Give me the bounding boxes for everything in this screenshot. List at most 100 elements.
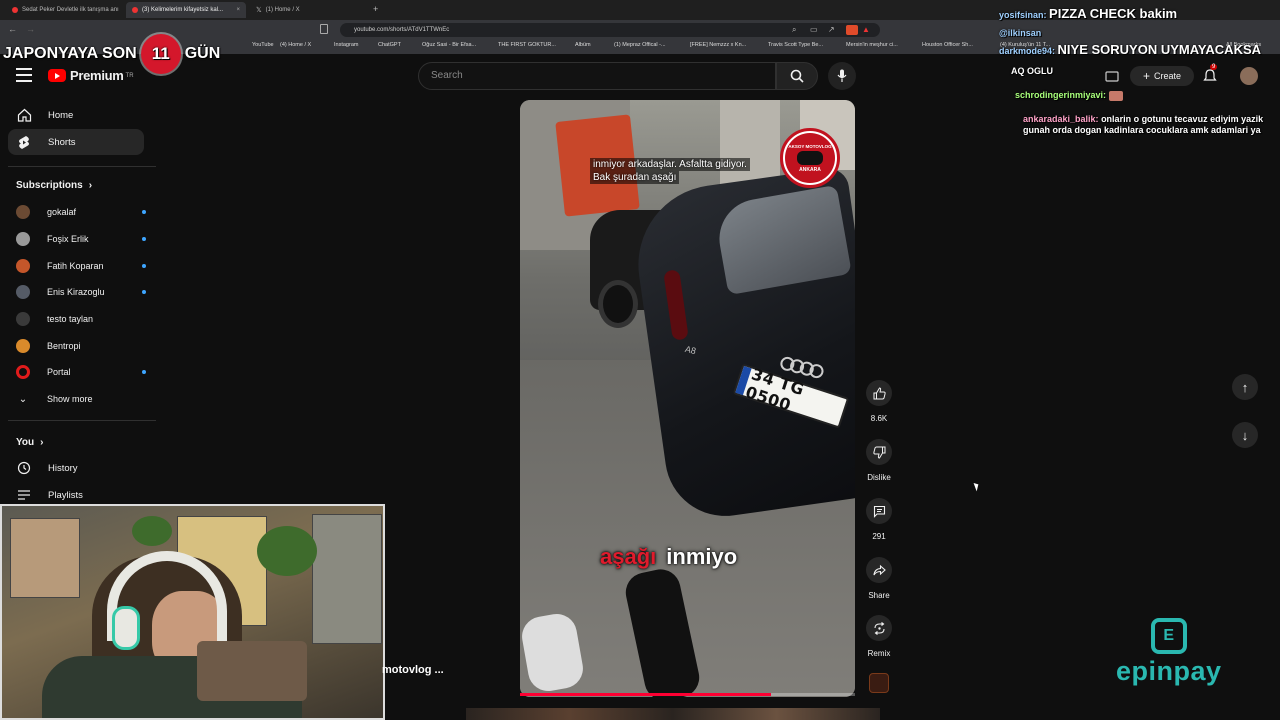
like-button[interactable] — [866, 380, 892, 406]
comments-action[interactable]: 291 — [866, 498, 892, 541]
new-tab-icon[interactable]: + — [373, 4, 378, 14]
sidebar-item-history[interactable]: History — [8, 455, 144, 481]
sidebar-item-label: Home — [48, 109, 74, 121]
comment-count: 291 — [872, 532, 886, 541]
chat-username: ankaradaki_balik: — [1023, 114, 1099, 124]
like-count: 8.6K — [870, 414, 888, 423]
search-input[interactable]: Search — [418, 62, 776, 90]
youtube-favicon-icon — [132, 7, 138, 13]
bookmark[interactable]: Instagram — [334, 42, 358, 48]
bookmark[interactable]: Mersin'in meşhur ci... — [846, 42, 898, 48]
sidebar-subscription[interactable]: Portal — [16, 361, 146, 383]
youtube-favicon-icon — [12, 7, 18, 13]
previous-short-button[interactable]: ↑ — [1232, 374, 1258, 400]
new-content-dot — [142, 370, 146, 374]
channel-name: Portal — [47, 367, 71, 377]
sidebar-item-home[interactable]: Home — [8, 102, 144, 128]
remix-button[interactable] — [866, 615, 892, 641]
audio-source-thumbnail[interactable] — [869, 673, 889, 693]
sidebar-item-shorts[interactable]: Shorts — [8, 129, 144, 155]
next-short-preview[interactable] — [466, 708, 880, 720]
banner-text-pre: JAPONYAYA SON — [3, 45, 137, 62]
video-progress-fill — [520, 693, 772, 696]
chat-text: PIZZA CHECK bakim — [1049, 6, 1178, 21]
chat-text: NIYE SORUYON UYMAYACAKSA — [1057, 42, 1262, 57]
show-more-label: Show more — [47, 394, 93, 404]
channel-name: Fatih Koparan — [47, 261, 104, 271]
share-action[interactable]: Share — [866, 557, 892, 600]
bookmark[interactable]: (4) Home / X — [280, 42, 311, 48]
back-icon[interactable]: ← — [8, 24, 17, 34]
chevron-right-icon: › — [40, 437, 44, 448]
shorts-video-player[interactable]: A8 34 TG 0500 — [520, 100, 855, 697]
new-content-dot — [142, 237, 146, 241]
browser-tab[interactable]: Sedat Peker Devletle ilk tanışma anı — [6, 2, 122, 18]
webcam-plant — [257, 526, 317, 576]
video-progress-bar[interactable] — [520, 693, 855, 696]
sidebar-subscription[interactable]: gokalaf — [16, 201, 146, 223]
comment-icon — [873, 505, 885, 518]
bookmark[interactable]: (1) Mepraz Offical -... — [614, 42, 666, 48]
dislike-button[interactable] — [866, 439, 892, 465]
subtitle-word: inmiyo — [666, 544, 738, 569]
short-channel-label[interactable]: motovlog ... — [382, 664, 444, 676]
browser-tab-active[interactable]: (3) Kelimelerim kifayetsiz kal... × — [126, 2, 246, 18]
bookmark[interactable]: Travis Scott Type Be... — [768, 42, 823, 48]
browser-tab-title: (3) Kelimelerim kifayetsiz kal... — [142, 7, 224, 13]
close-tab-icon[interactable]: × — [236, 7, 240, 13]
share-icon — [872, 564, 886, 575]
microphone-icon — [837, 69, 847, 82]
bookmark[interactable]: ChatGPT — [378, 42, 401, 48]
bookmark[interactable]: THE FIRST GOKTUR... — [498, 42, 556, 48]
video-caption-line: Bak şuradan aşağı — [590, 171, 680, 184]
forward-icon[interactable]: → — [26, 24, 35, 34]
sidebar-subscription[interactable]: testo taylan — [16, 308, 146, 330]
bookmark[interactable]: [FREE] Nemzzz x Kn... — [690, 42, 746, 48]
extension-icon[interactable]: ▲ — [862, 25, 870, 34]
zoom-icon[interactable]: ⌕ — [792, 25, 796, 35]
extension-icon[interactable] — [846, 25, 858, 35]
webcam-shelf-bottles — [197, 641, 307, 701]
like-action[interactable]: 8.6K — [866, 380, 892, 423]
url-field[interactable]: youtube.com/shorts/ATdV1TTWnEc — [340, 23, 880, 37]
comments-button[interactable] — [866, 498, 892, 524]
show-more-button[interactable]: ⌄ Show more — [16, 388, 146, 410]
browser-tab-title: (1) Home / X — [265, 7, 300, 13]
next-short-button[interactable]: ↓ — [1232, 422, 1258, 448]
playlists-icon — [16, 487, 32, 503]
video-subtitle: aşağı inmiyo — [600, 544, 737, 570]
subscriptions-heading[interactable]: Subscriptions › — [16, 180, 92, 191]
sidebar-divider — [8, 420, 156, 421]
chat-message: yosifsinan: PIZZA CHECK bakim — [999, 6, 1178, 21]
sidebar-subscription[interactable]: Bentropi — [16, 335, 146, 357]
channel-avatar — [16, 232, 30, 246]
home-icon — [16, 107, 32, 123]
share-page-icon[interactable]: ↗ — [828, 25, 835, 34]
browser-tab[interactable]: 𝕏 (1) Home / X — [250, 2, 368, 18]
bookmark[interactable]: YouTube — [252, 42, 274, 48]
sidebar-subscription[interactable]: Foşix Erlik — [16, 228, 146, 250]
bookmark[interactable]: Houston Officer Sh... — [922, 42, 973, 48]
remix-icon — [873, 621, 885, 635]
share-button[interactable] — [866, 557, 892, 583]
bookmark[interactable]: Oğuz Sasi - Bir Efsa... — [422, 42, 476, 48]
history-icon — [16, 460, 32, 476]
bookmark[interactable]: Albüm — [575, 42, 591, 48]
tab-search-icon[interactable] — [320, 24, 328, 34]
channel-avatar — [16, 339, 30, 353]
voice-search-button[interactable] — [828, 62, 856, 90]
mouse-cursor — [973, 481, 981, 492]
sidebar-subscription[interactable]: Enis Kirazoglu — [16, 281, 146, 303]
remix-action[interactable]: Remix — [866, 615, 892, 658]
you-heading[interactable]: You › — [16, 437, 44, 448]
motorcycle-icon — [797, 150, 823, 165]
sidebar-subscription[interactable]: Fatih Koparan — [16, 255, 146, 277]
x-favicon-icon: 𝕏 — [256, 7, 262, 14]
chat-message: ankaradaki_balik: onlarin o gotunu tecav… — [1023, 114, 1278, 136]
channel-watermark-logo: AKSOY MOTOVLOG ANKARA — [780, 128, 840, 188]
dislike-action[interactable]: Dislike — [866, 439, 892, 482]
channel-name: gokalaf — [47, 207, 77, 217]
search-button[interactable] — [776, 62, 818, 90]
webcam-headset-earcup — [112, 606, 140, 650]
install-app-icon[interactable]: ▭ — [810, 25, 818, 34]
